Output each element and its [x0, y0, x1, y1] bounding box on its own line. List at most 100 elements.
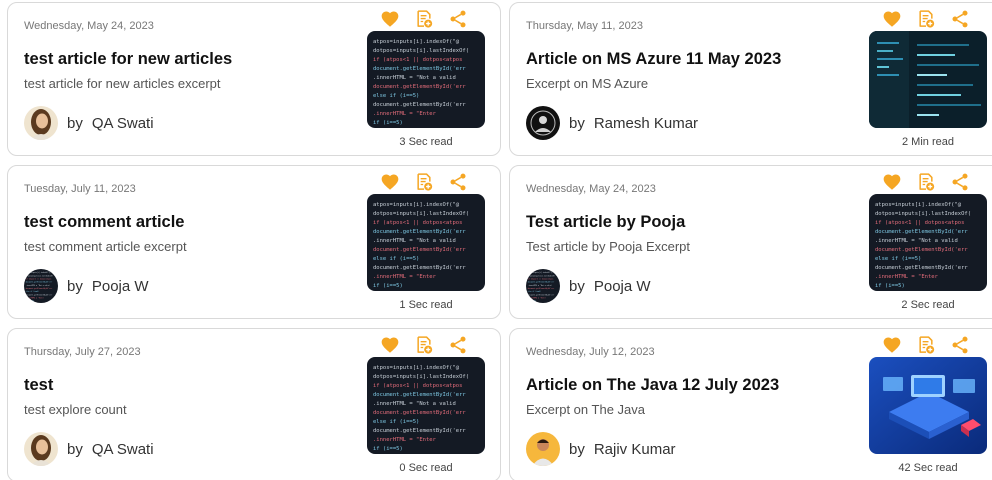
- svg-text:if (i==5): if (i==5): [373, 283, 403, 289]
- article-card[interactable]: Thursday, May 11, 2023 Article on MS Azu…: [509, 2, 992, 156]
- svg-text:document.getElementById('err: document.getElementById('err: [875, 247, 968, 253]
- bookmark-add-icon[interactable]: [414, 172, 434, 192]
- heart-icon[interactable]: [380, 335, 400, 355]
- svg-text:dotpos=inputs[i].lastIndexOf(: dotpos=inputs[i].lastIndexOf(: [875, 211, 971, 217]
- share-icon[interactable]: [950, 172, 970, 192]
- read-time: 2 Sec read: [901, 299, 955, 311]
- author-name[interactable]: Rajiv Kumar: [594, 441, 676, 458]
- svg-text:document.getElementById('err: document.getElementById('err: [373, 392, 466, 398]
- bookmark-add-icon[interactable]: [916, 9, 936, 29]
- article-author[interactable]: atpos=inputs[i].indexOf("@ dotpos=inputs…: [526, 269, 651, 303]
- svg-text:document.getElementById('err: document.getElementById('err: [875, 229, 968, 235]
- svg-text:document.getElementById('err: document.getElementById('err: [875, 265, 968, 271]
- heart-icon[interactable]: [882, 172, 902, 192]
- heart-icon[interactable]: [882, 9, 902, 29]
- author-by-label: by: [67, 277, 83, 295]
- article-excerpt: Excerpt on MS Azure: [526, 76, 649, 91]
- author-name[interactable]: Ramesh Kumar: [594, 115, 698, 132]
- svg-text:document.getElementById('err: document.getElementById('err: [373, 102, 466, 108]
- article-title[interactable]: Article on The Java 12 July 2023: [526, 376, 779, 395]
- article-thumbnail[interactable]: atpos=inputs[i].indexOf("@ dotpos=inputs…: [367, 357, 485, 454]
- article-title[interactable]: Article on MS Azure 11 May 2023: [526, 50, 781, 69]
- author-by-label: by: [569, 440, 585, 458]
- svg-text:.innerHTML = "Not a valid: .innerHTML = "Not a valid: [373, 238, 456, 244]
- svg-text:document.getElementById('err: document.getElementById('err: [373, 428, 466, 434]
- read-time: 0 Sec read: [399, 462, 453, 474]
- article-actions: [882, 9, 970, 29]
- svg-text:document.getElementById('err: document.getElementById('err: [373, 66, 466, 72]
- share-icon[interactable]: [950, 335, 970, 355]
- author-name[interactable]: Pooja W: [92, 278, 149, 295]
- heart-icon[interactable]: [380, 172, 400, 192]
- svg-text:if (atpos<1 || dotpos<atpos: if (atpos<1 || dotpos<atpos: [373, 220, 462, 226]
- bookmark-add-icon[interactable]: [414, 335, 434, 355]
- article-author[interactable]: by QA Swati: [24, 432, 154, 466]
- article-thumbnail[interactable]: atpos=inputs[i].indexOf("@ dotpos=inputs…: [367, 31, 485, 128]
- svg-text:.innerHTML = "Enter: .innerHTML = "Enter: [875, 274, 939, 280]
- svg-text:if (i==5): if (i==5): [373, 120, 403, 126]
- article-author[interactable]: by Ramesh Kumar: [526, 106, 698, 140]
- share-icon[interactable]: [950, 9, 970, 29]
- article-excerpt: Excerpt on The Java: [526, 402, 645, 417]
- article-thumbnail[interactable]: atpos=inputs[i].indexOf("@ dotpos=inputs…: [367, 194, 485, 291]
- article-card[interactable]: Wednesday, May 24, 2023 Test article by …: [509, 165, 992, 319]
- article-title[interactable]: test article for new articles: [24, 50, 232, 69]
- article-actions: [882, 172, 970, 192]
- svg-text:else if (i==5): else if (i==5): [373, 93, 419, 99]
- article-actions: [380, 172, 468, 192]
- share-icon[interactable]: [448, 335, 468, 355]
- heart-icon[interactable]: [882, 335, 902, 355]
- svg-text:atpos=inputs[i].indexOf("@: atpos=inputs[i].indexOf("@: [373, 202, 460, 208]
- svg-text:dotpos=inputs[i].lastIndexOf(: dotpos=inputs[i].lastIndexOf(: [373, 211, 469, 217]
- svg-text:document.getElementById('err: document.getElementById('err: [373, 265, 466, 271]
- article-thumbnail[interactable]: [869, 357, 987, 454]
- share-icon[interactable]: [448, 9, 468, 29]
- read-time: 1 Sec read: [399, 299, 453, 311]
- svg-text:document.getElementById('err: document.getElementById('err: [373, 410, 466, 416]
- svg-text:document.getElementById('err: document.getElementById('err: [373, 229, 466, 235]
- author-name[interactable]: QA Swati: [92, 441, 154, 458]
- article-card[interactable]: Thursday, July 27, 2023 test test explor…: [7, 328, 501, 480]
- share-icon[interactable]: [448, 172, 468, 192]
- article-card[interactable]: Tuesday, July 11, 2023 test comment arti…: [7, 165, 501, 319]
- article-author[interactable]: atpos=inputs[i].indexOf("@ dotpos=inputs…: [24, 269, 149, 303]
- bookmark-add-icon[interactable]: [916, 172, 936, 192]
- svg-text:.innerHTML = "Enter: .innerHTML = "Enter: [373, 437, 437, 443]
- svg-text:else if (i==5): else if (i==5): [528, 291, 541, 293]
- svg-text:.innerHTML = "Not a valid: .innerHTML = "Not a valid: [373, 75, 456, 81]
- bookmark-add-icon[interactable]: [414, 9, 434, 29]
- svg-text:if (atpos<1 || dotpos<atpos: if (atpos<1 || dotpos<atpos: [875, 220, 964, 226]
- article-title[interactable]: test comment article: [24, 213, 184, 232]
- article-actions: [882, 335, 970, 355]
- article-author[interactable]: by Rajiv Kumar: [526, 432, 676, 466]
- article-date: Wednesday, May 24, 2023: [526, 183, 656, 195]
- avatar: [526, 432, 560, 466]
- article-actions: [380, 335, 468, 355]
- svg-text:atpos=inputs[i].indexOf("@: atpos=inputs[i].indexOf("@: [373, 39, 460, 45]
- article-excerpt: test article for new articles excerpt: [24, 76, 221, 91]
- author-name[interactable]: QA Swati: [92, 115, 154, 132]
- svg-text:else if (i==5): else if (i==5): [373, 419, 419, 425]
- author-by-label: by: [569, 277, 585, 295]
- svg-text:.innerHTML = "Enter: .innerHTML = "Enter: [373, 274, 437, 280]
- article-title[interactable]: Test article by Pooja: [526, 213, 685, 232]
- author-name[interactable]: Pooja W: [594, 278, 651, 295]
- avatar: atpos=inputs[i].indexOf("@ dotpos=inputs…: [526, 269, 560, 303]
- article-thumbnail[interactable]: atpos=inputs[i].indexOf("@ dotpos=inputs…: [869, 194, 987, 291]
- article-author[interactable]: by QA Swati: [24, 106, 154, 140]
- svg-text:if (atpos<1 || dotpos<atpos: if (atpos<1 || dotpos<atpos: [373, 57, 462, 63]
- heart-icon[interactable]: [380, 9, 400, 29]
- svg-text:if (i==5): if (i==5): [875, 283, 905, 289]
- article-excerpt: Test article by Pooja Excerpt: [526, 239, 691, 254]
- article-title[interactable]: test: [24, 376, 53, 395]
- svg-text:else if (i==5): else if (i==5): [26, 291, 39, 293]
- svg-text:if (i==5): if (i==5): [373, 446, 403, 452]
- article-date: Tuesday, July 11, 2023: [24, 183, 136, 195]
- article-card[interactable]: Wednesday, May 24, 2023 test article for…: [7, 2, 501, 156]
- svg-text:dotpos=inputs[i].lastIndexOf(: dotpos=inputs[i].lastIndexOf(: [373, 48, 469, 54]
- article-date: Thursday, May 11, 2023: [526, 20, 643, 32]
- article-actions: [380, 9, 468, 29]
- article-thumbnail[interactable]: [869, 31, 987, 128]
- bookmark-add-icon[interactable]: [916, 335, 936, 355]
- article-card[interactable]: Wednesday, July 12, 2023 Article on The …: [509, 328, 992, 480]
